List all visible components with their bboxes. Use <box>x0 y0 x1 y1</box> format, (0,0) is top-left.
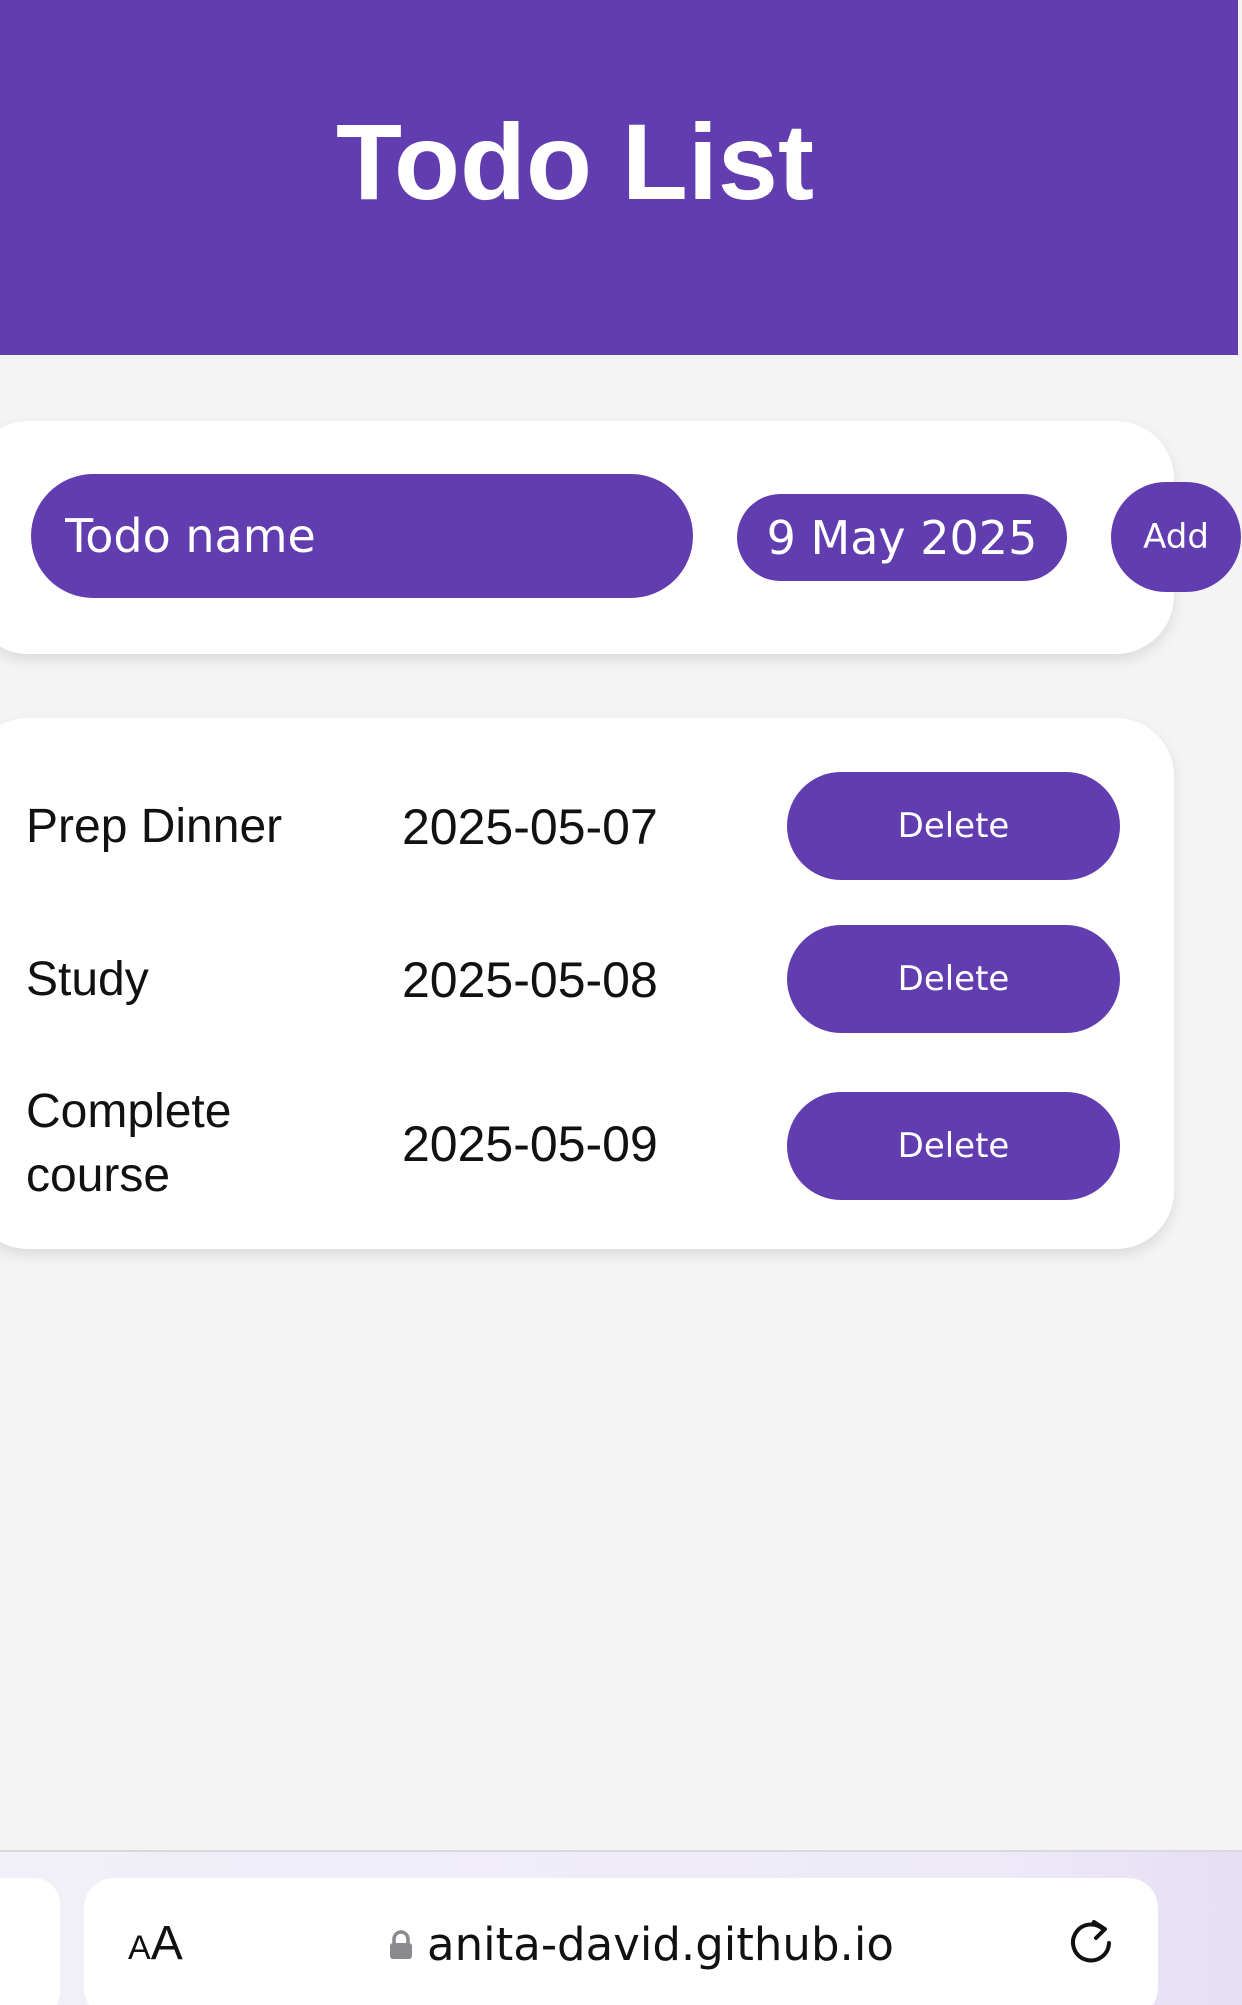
table-row: Prep Dinner 2025-05-07 Delete <box>0 772 1174 882</box>
text-size-button[interactable]: A A <box>128 1916 183 1971</box>
url-display[interactable]: anita-david.github.io <box>389 1918 894 1971</box>
reload-icon[interactable] <box>1064 1914 1118 1968</box>
text-size-small-glyph: A <box>128 1929 151 1967</box>
add-button[interactable]: Add <box>1111 482 1241 592</box>
lock-icon <box>389 1929 413 1960</box>
address-bar[interactable]: A A anita-david.github.io <box>84 1878 1158 2005</box>
add-todo-card: 9 May 2025 Add <box>0 421 1241 654</box>
table-row: Complete course 2025-05-09 Delete <box>0 1080 1174 1210</box>
date-picker[interactable]: 9 May 2025 <box>737 494 1067 581</box>
page: Todo List 9 May 2025 Add Prep Dinner 202… <box>0 0 1242 2005</box>
delete-button[interactable]: Delete <box>787 925 1120 1033</box>
todo-date: 2025-05-07 <box>402 799 658 855</box>
todo-list: Prep Dinner 2025-05-07 Delete Study 2025… <box>0 718 1174 1249</box>
todo-name: Prep Dinner <box>26 800 283 853</box>
table-row: Study 2025-05-08 Delete <box>0 925 1174 1035</box>
todo-name-input[interactable] <box>31 474 693 598</box>
todo-date: 2025-05-08 <box>402 952 658 1008</box>
page-title: Todo List <box>336 100 814 222</box>
todo-name: Complete course <box>26 1085 232 1202</box>
delete-button[interactable]: Delete <box>787 772 1120 880</box>
text-size-large-glyph: A <box>150 1917 183 1970</box>
browser-toolbar: A A anita-david.github.io <box>0 1850 1242 2005</box>
todo-date: 2025-05-09 <box>402 1116 658 1172</box>
url-text: anita-david.github.io <box>427 1918 894 1971</box>
todo-name: Study <box>26 953 149 1006</box>
delete-button[interactable]: Delete <box>787 1092 1120 1200</box>
app-header: Todo List <box>0 0 1238 355</box>
tab-switcher[interactable] <box>0 1878 60 2005</box>
